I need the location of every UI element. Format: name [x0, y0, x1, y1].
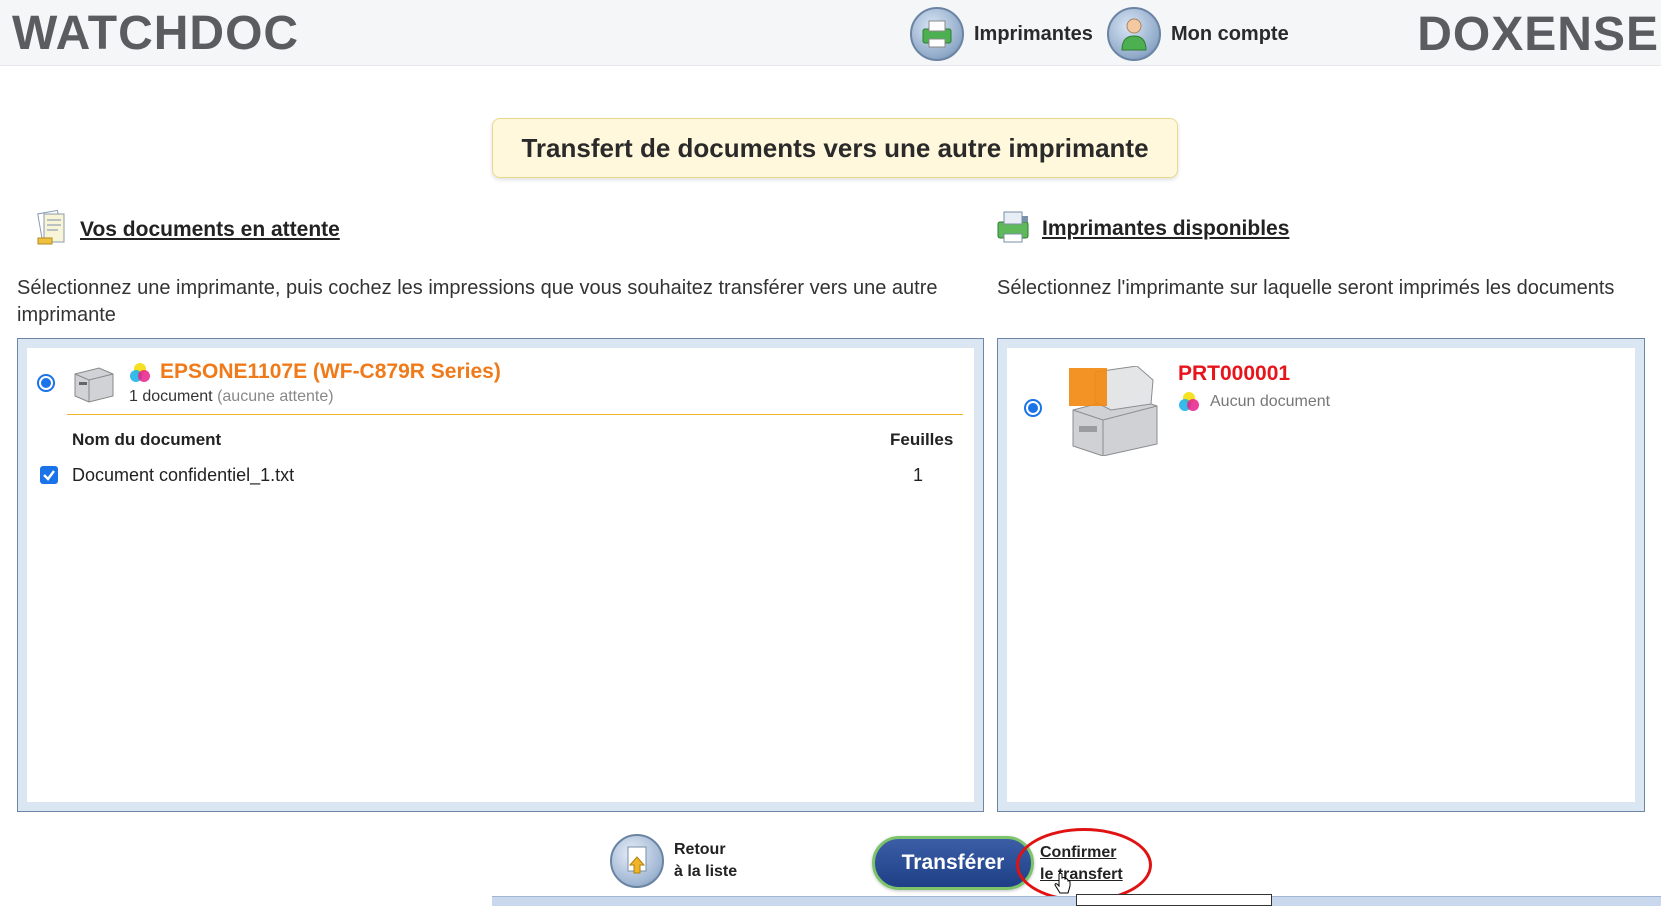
available-printers-heading: Imprimantes disponibles — [994, 208, 1289, 250]
source-printer-doc-count: 1 document (aucune attente) — [129, 388, 334, 406]
available-printers-description: Sélectionnez l'imprimante sur laquelle s… — [997, 277, 1615, 299]
nav-account[interactable]: Mon compte — [1106, 7, 1289, 61]
cursor-hand-icon — [1054, 872, 1072, 900]
target-printer-radio[interactable] — [1024, 399, 1042, 417]
source-printer-name: EPSONE1107E (WF-C879R Series) — [160, 360, 501, 383]
top-nav: Imprimantes Mon compte — [910, 6, 1295, 62]
back-to-list-label: Retour à la liste — [674, 839, 737, 883]
back-icon — [610, 834, 664, 888]
source-printer-icon — [69, 360, 117, 410]
confirm-transfer-link[interactable]: Confirmer le transfert — [1040, 842, 1123, 886]
target-printer-status: Aucun document — [1210, 393, 1331, 410]
available-printers-panel: PRT000001 Aucun document — [997, 338, 1645, 812]
documents-icon — [34, 208, 70, 252]
confirm-line1: Confirmer — [1040, 844, 1117, 861]
printer-nav-icon — [910, 7, 964, 61]
nav-account-label: Mon compte — [1170, 22, 1289, 45]
document-name: Document confidentiel_1.txt — [72, 465, 295, 485]
doxense-logo-text: DOXENSE — [1417, 7, 1659, 61]
pending-docs-description: Sélectionnez une imprimante, puis cochez… — [17, 277, 938, 326]
back-label-line1: Retour — [674, 841, 726, 858]
available-printers-panel-inner: PRT000001 Aucun document — [1007, 348, 1635, 802]
pending-docs-title: Vos documents en attente — [80, 218, 340, 241]
printer-divider — [67, 414, 963, 415]
page-title-box: Transfert de documents vers une autre im… — [492, 118, 1178, 178]
table-row[interactable]: Document confidentiel_1.txt 1 — [27, 460, 974, 490]
target-printer-name: PRT000001 — [1178, 362, 1291, 385]
page-title: Transfert de documents vers une autre im… — [521, 132, 1149, 163]
nav-printers[interactable]: Imprimantes — [910, 7, 1093, 61]
transfer-button[interactable]: Transférer — [872, 836, 1034, 890]
pending-docs-panel-inner: EPSONE1107E (WF-C879R Series) 1 document… — [27, 348, 974, 802]
transfer-button-label: Transférer — [901, 851, 1005, 874]
source-printer-radio[interactable] — [37, 374, 55, 392]
document-checkbox[interactable] — [40, 466, 58, 484]
watchdoc-logo-text: WATCHDOC — [12, 6, 300, 60]
document-sheets: 1 — [913, 465, 924, 485]
color-printer-icon — [1178, 391, 1200, 417]
target-printer-icon — [1065, 365, 1161, 460]
pending-docs-heading: Vos documents en attente — [34, 208, 340, 252]
watchdoc-logo: WATCHDOC — [12, 6, 299, 60]
col-sheets: Feuilles — [890, 430, 954, 449]
pending-docs-panel: EPSONE1107E (WF-C879R Series) 1 document… — [17, 338, 984, 812]
printer-available-icon — [994, 208, 1032, 250]
source-printer-count: 1 document — [129, 388, 213, 405]
back-to-list-button[interactable]: Retour à la liste — [610, 834, 737, 888]
source-printer-status: (aucune attente) — [217, 388, 334, 405]
back-label-line2: à la liste — [674, 863, 738, 880]
confirm-line2: le transfert — [1040, 866, 1123, 883]
available-printers-title: Imprimantes disponibles — [1042, 217, 1290, 240]
tooltip — [1076, 894, 1272, 906]
account-nav-icon — [1106, 7, 1161, 61]
doxense-logo: DOXENSE — [1417, 7, 1659, 61]
app-header: WATCHDOC Imprimantes Mon compte DOXENSE — [0, 0, 1661, 66]
col-document-name: Nom du document — [72, 430, 222, 449]
nav-printers-label: Imprimantes — [974, 22, 1093, 45]
color-printer-icon — [129, 362, 151, 388]
